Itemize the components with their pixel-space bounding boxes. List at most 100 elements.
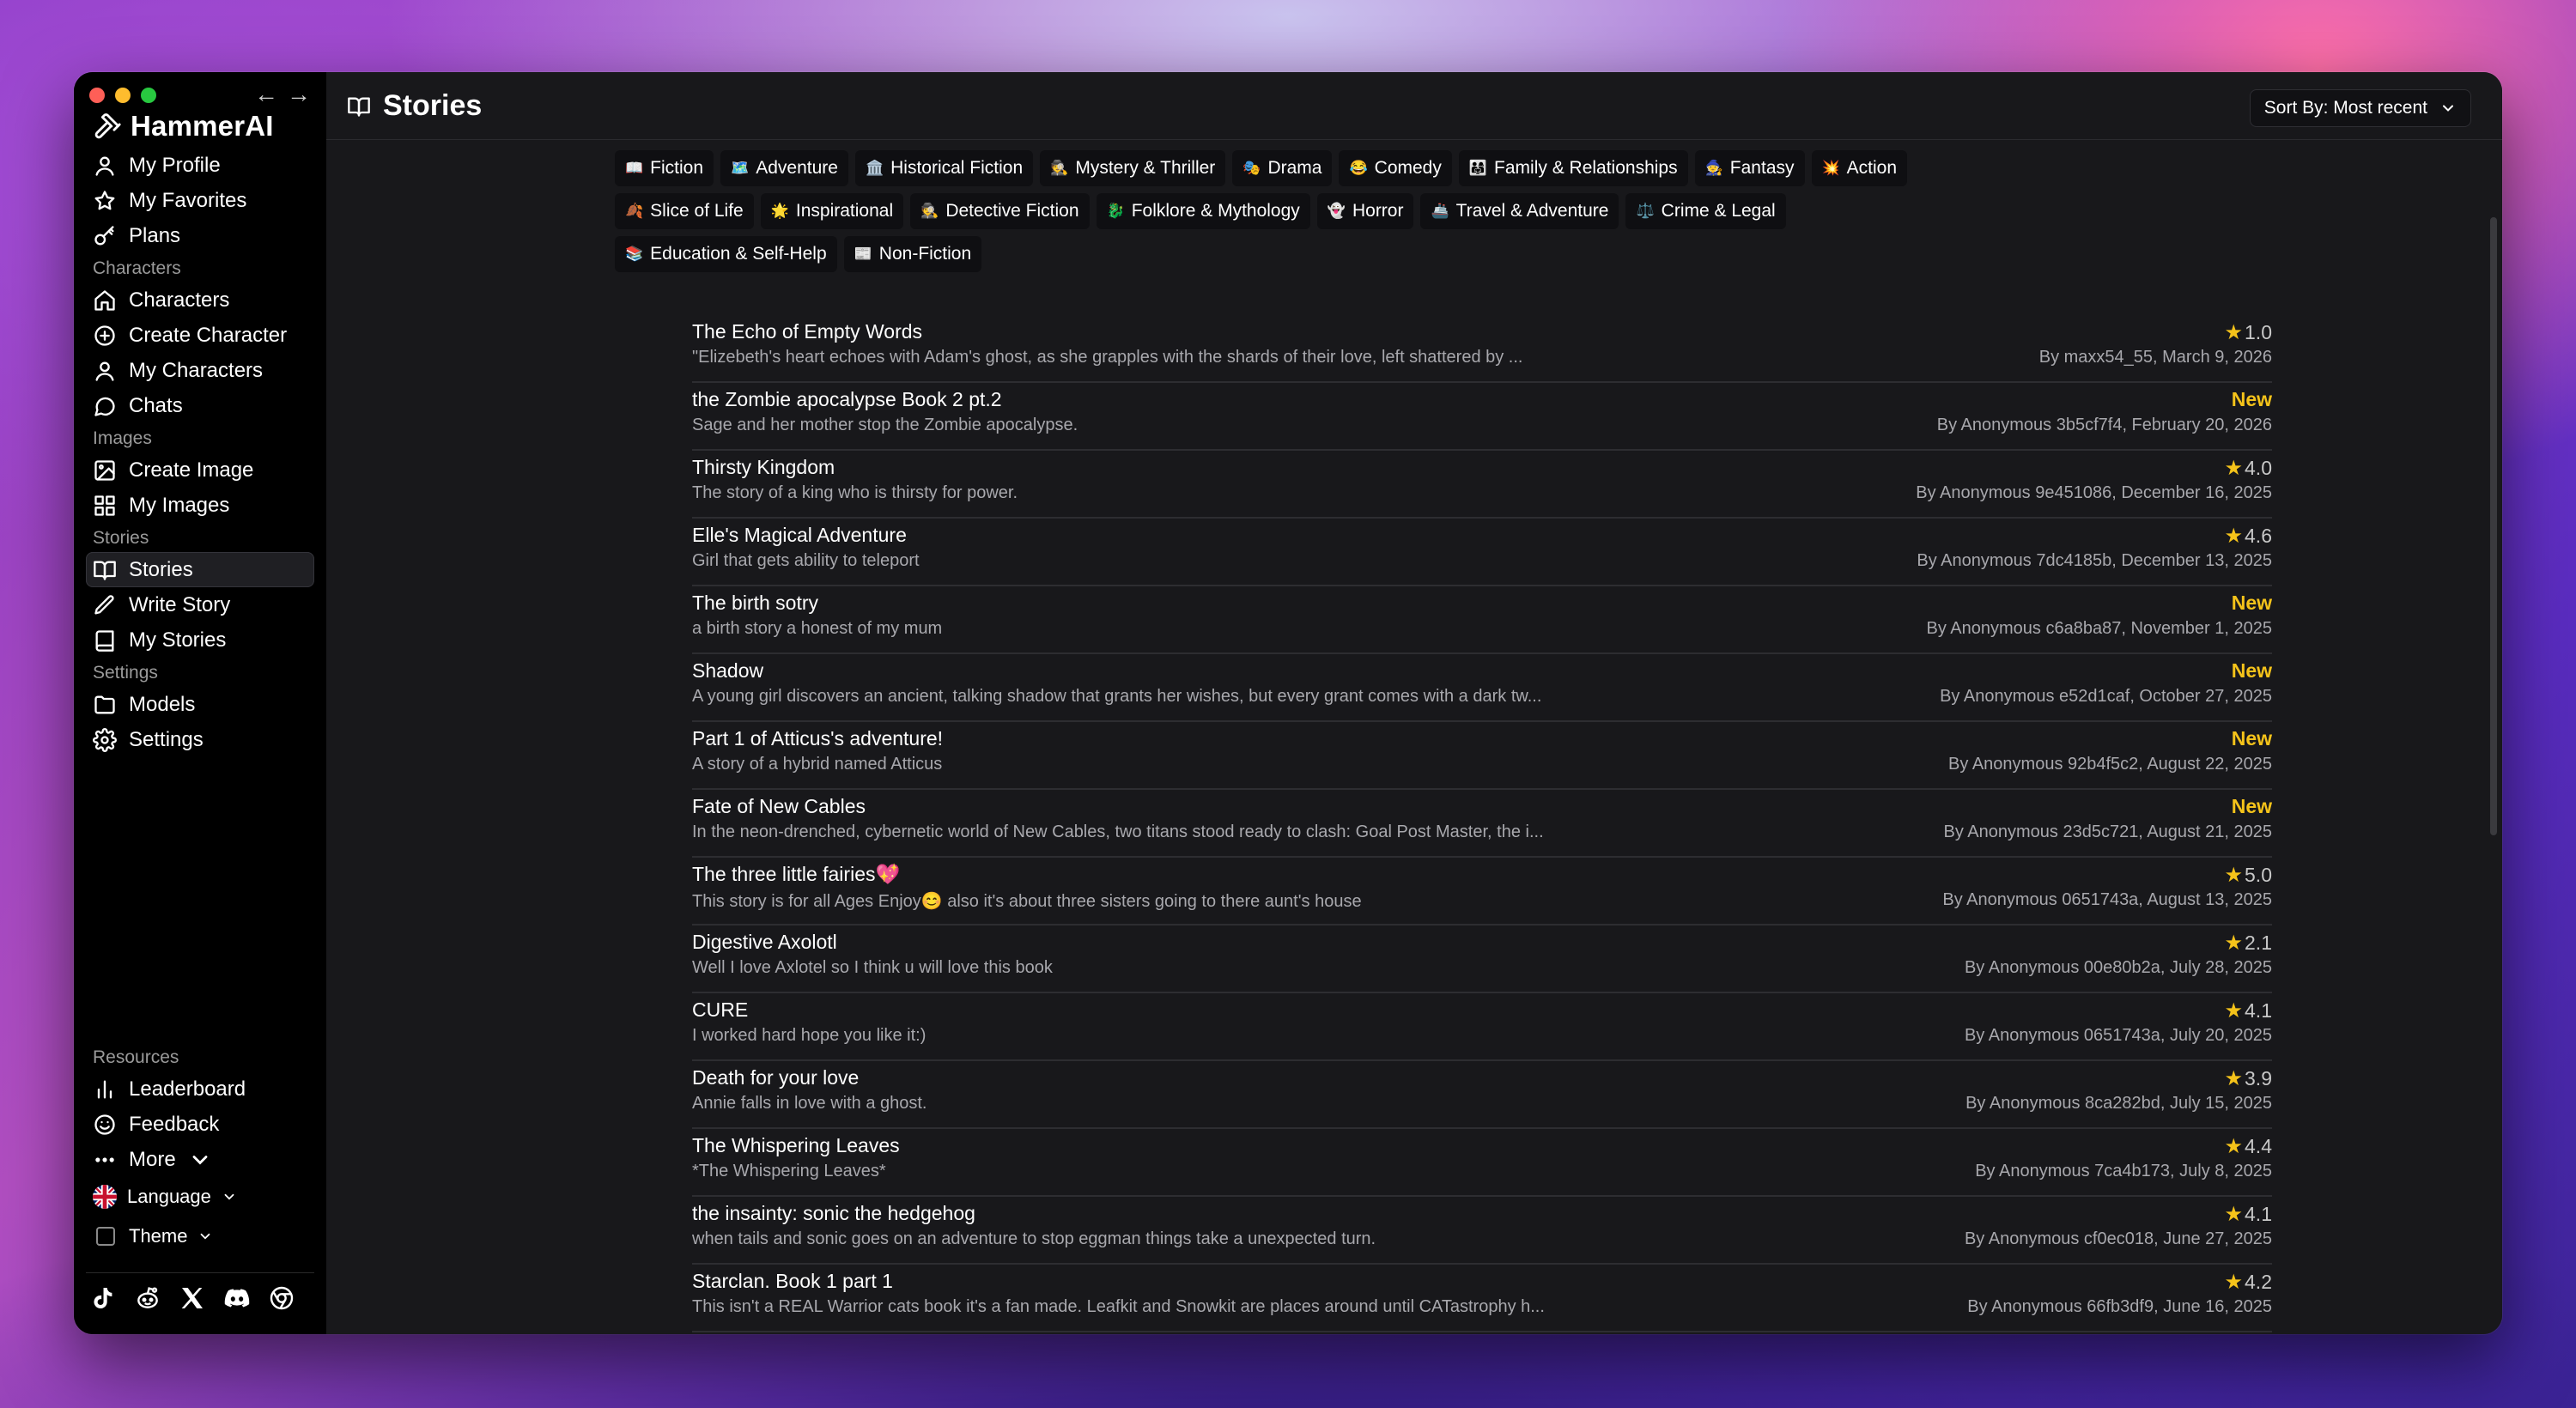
- app-window: ← → HammerAI My Profile My Favorites Plans…: [74, 72, 2502, 1334]
- sidebar-item-stories[interactable]: Stories: [86, 552, 314, 587]
- story-row[interactable]: Starclan. Book 1 part 1 ★ 4.2 This isn't a …: [692, 1265, 2272, 1332]
- story-row[interactable]: The Whispering Leaves ★ 4.4 *The Whispering…: [692, 1129, 2272, 1197]
- story-title[interactable]: Thirsty Kingdom: [692, 456, 835, 479]
- story-row[interactable]: The birth sotry New a birth story a honest…: [692, 586, 2272, 654]
- story-row[interactable]: The Echo of Empty Words ★ 1.0 "Elizebeth's …: [692, 315, 2272, 383]
- minimize-window-button[interactable]: [115, 88, 131, 103]
- genre-label: Detective Fiction: [945, 201, 1079, 221]
- story-row[interactable]: Fate of New Cables New In the neon-drenche…: [692, 790, 2272, 858]
- sidebar-item-chats[interactable]: Chats: [86, 388, 314, 423]
- story-row[interactable]: the insainty: sonic the hedgehog ★ 4.1 when…: [692, 1197, 2272, 1265]
- genre-chip-folklore-mythology[interactable]: 🐉 Folklore & Mythology: [1096, 193, 1310, 229]
- story-rating: ★ 5.0: [2225, 863, 2273, 888]
- scrollbar[interactable]: [2490, 217, 2497, 835]
- genre-chip-inspirational[interactable]: 🌟 Inspirational: [760, 193, 904, 229]
- genre-emoji-icon: 👨‍👩‍👧: [1468, 160, 1488, 176]
- sidebar-item-settings[interactable]: Settings: [86, 722, 314, 757]
- x-icon[interactable]: [179, 1284, 206, 1312]
- story-title[interactable]: Fate of New Cables: [692, 795, 866, 818]
- story-row[interactable]: Finding happiness in love★3.9When they l…: [692, 1332, 2272, 1334]
- reddit-icon[interactable]: [134, 1284, 161, 1312]
- story-title[interactable]: Shadow: [692, 659, 763, 683]
- sidebar: ← → HammerAI My Profile My Favorites Plans…: [74, 72, 326, 1334]
- genre-chip-crime-legal[interactable]: ⚖️ Crime & Legal: [1625, 193, 1786, 229]
- genre-chip-fantasy[interactable]: 🧙 Fantasy: [1694, 150, 1805, 186]
- rating-value: 5.0: [2245, 864, 2272, 886]
- star-icon: ★: [2224, 1271, 2244, 1294]
- genre-chip-slice-of-life[interactable]: 🍂 Slice of Life: [615, 193, 754, 229]
- genre-chip-detective-fiction[interactable]: 🕵️ Detective Fiction: [910, 193, 1090, 229]
- story-title[interactable]: Part 1 of Atticus's adventure!: [692, 727, 943, 750]
- sidebar-item-my-favorites[interactable]: My Favorites: [86, 183, 314, 218]
- story-title[interactable]: The birth sotry: [692, 592, 818, 615]
- genre-chip-comedy[interactable]: 😂 Comedy: [1339, 150, 1452, 186]
- sidebar-item-create-character[interactable]: Create Character: [86, 318, 314, 353]
- story-row[interactable]: the Zombie apocalypse Book 2 pt.2 New Sage…: [692, 383, 2272, 451]
- brand[interactable]: HammerAI: [93, 110, 274, 143]
- sidebar-item-characters[interactable]: Characters: [86, 282, 314, 318]
- story-row[interactable]: The three little fairies💖 ★ 5.0 This story …: [692, 858, 2272, 926]
- story-author-date: By Anonymous 66fb3df9, June 16, 2025: [1967, 1297, 2272, 1316]
- language-selector[interactable]: Language: [86, 1177, 314, 1217]
- genre-chip-mystery-thriller[interactable]: 🕵️ Mystery & Thriller: [1040, 150, 1226, 186]
- story-title[interactable]: The three little fairies💖: [692, 863, 900, 886]
- genre-chip-fiction[interactable]: 📖 Fiction: [615, 150, 714, 186]
- story-row[interactable]: Digestive Axolotl ★ 2.1 Well I love Axlotel…: [692, 926, 2272, 993]
- theme-checkbox[interactable]: [96, 1227, 115, 1246]
- story-title[interactable]: Elle's Magical Adventure: [692, 524, 907, 547]
- genre-chip-adventure[interactable]: 🗺️ Adventure: [720, 150, 848, 186]
- story-row[interactable]: CURE ★ 4.1 I worked hard hope you like it:)…: [692, 993, 2272, 1061]
- sidebar-item-plans[interactable]: Plans: [86, 218, 314, 253]
- story-row[interactable]: Death for your love ★ 3.9 Annie falls in lo…: [692, 1061, 2272, 1129]
- genre-chip-travel-adventure[interactable]: 🚢 Travel & Adventure: [1420, 193, 1619, 229]
- zoom-window-button[interactable]: [141, 88, 156, 103]
- genre-chip-family-relationships[interactable]: 👨‍👩‍👧 Family & Relationships: [1458, 150, 1688, 186]
- sidebar-item-leaderboard[interactable]: Leaderboard: [86, 1071, 314, 1107]
- genre-chip-horror[interactable]: 👻 Horror: [1316, 193, 1414, 229]
- genre-chip-non-fiction[interactable]: 📰 Non-Fiction: [843, 236, 982, 272]
- genre-label: Fiction: [650, 158, 704, 178]
- discord-icon[interactable]: [223, 1284, 251, 1312]
- sidebar-item-my-characters[interactable]: My Characters: [86, 353, 314, 388]
- sidebar-item-more[interactable]: More: [86, 1142, 314, 1177]
- story-description: A young girl discovers an ancient, talki…: [692, 687, 1542, 706]
- chrome-icon[interactable]: [268, 1284, 295, 1312]
- story-author-date: By Anonymous cf0ec018, June 27, 2025: [1964, 1229, 2272, 1248]
- genre-chip-education-self-help[interactable]: 📚 Education & Self-Help: [615, 236, 837, 272]
- close-window-button[interactable]: [89, 88, 105, 103]
- sidebar-item-feedback[interactable]: Feedback: [86, 1107, 314, 1142]
- new-badge: New: [2231, 795, 2272, 817]
- story-row[interactable]: Elle's Magical Adventure ★ 4.6 Girl that ge…: [692, 519, 2272, 586]
- story-title[interactable]: Death for your love: [692, 1066, 859, 1089]
- rating-value: 4.1: [2245, 999, 2272, 1022]
- back-arrow-icon[interactable]: ←: [254, 81, 278, 108]
- tiktok-icon[interactable]: [89, 1284, 117, 1312]
- genre-chip-drama[interactable]: 🎭 Drama: [1232, 150, 1333, 186]
- sidebar-item-models[interactable]: Models: [86, 687, 314, 722]
- story-row[interactable]: Thirsty Kingdom ★ 4.0 The story of a king w…: [692, 451, 2272, 519]
- story-row[interactable]: Part 1 of Atticus's adventure! New A story…: [692, 722, 2272, 790]
- story-description: Sage and her mother stop the Zombie apoc…: [692, 416, 1078, 434]
- new-badge: New: [2231, 592, 2272, 614]
- story-title[interactable]: CURE: [692, 998, 748, 1022]
- star-icon: ★: [2224, 864, 2244, 887]
- sidebar-item-my-stories[interactable]: My Stories: [86, 622, 314, 658]
- story-row[interactable]: Shadow New A young girl discovers an ancie…: [692, 654, 2272, 722]
- book-open-icon: [94, 561, 116, 580]
- sidebar-item-create-image[interactable]: Create Image: [86, 452, 314, 488]
- sort-dropdown[interactable]: Sort By: Most recent: [2249, 89, 2471, 127]
- story-title[interactable]: the Zombie apocalypse Book 2 pt.2: [692, 388, 1002, 411]
- forward-arrow-icon[interactable]: →: [287, 81, 311, 108]
- genre-chip-action[interactable]: 💥 Action: [1811, 150, 1908, 186]
- sidebar-item-write-story[interactable]: Write Story: [86, 587, 314, 622]
- genre-chip-historical-fiction[interactable]: 🏛️ Historical Fiction: [854, 150, 1034, 186]
- sidebar-item-my-profile[interactable]: My Profile: [86, 148, 314, 183]
- story-title[interactable]: Digestive Axolotl: [692, 931, 837, 954]
- story-title[interactable]: Starclan. Book 1 part 1: [692, 1270, 893, 1293]
- story-title[interactable]: the insainty: sonic the hedgehog: [692, 1202, 975, 1225]
- sidebar-item-my-images[interactable]: My Images: [86, 488, 314, 523]
- genre-emoji-icon: 💥: [1821, 160, 1840, 176]
- theme-selector[interactable]: Theme: [86, 1217, 314, 1256]
- story-title[interactable]: The Echo of Empty Words: [692, 320, 922, 343]
- story-title[interactable]: The Whispering Leaves: [692, 1134, 900, 1157]
